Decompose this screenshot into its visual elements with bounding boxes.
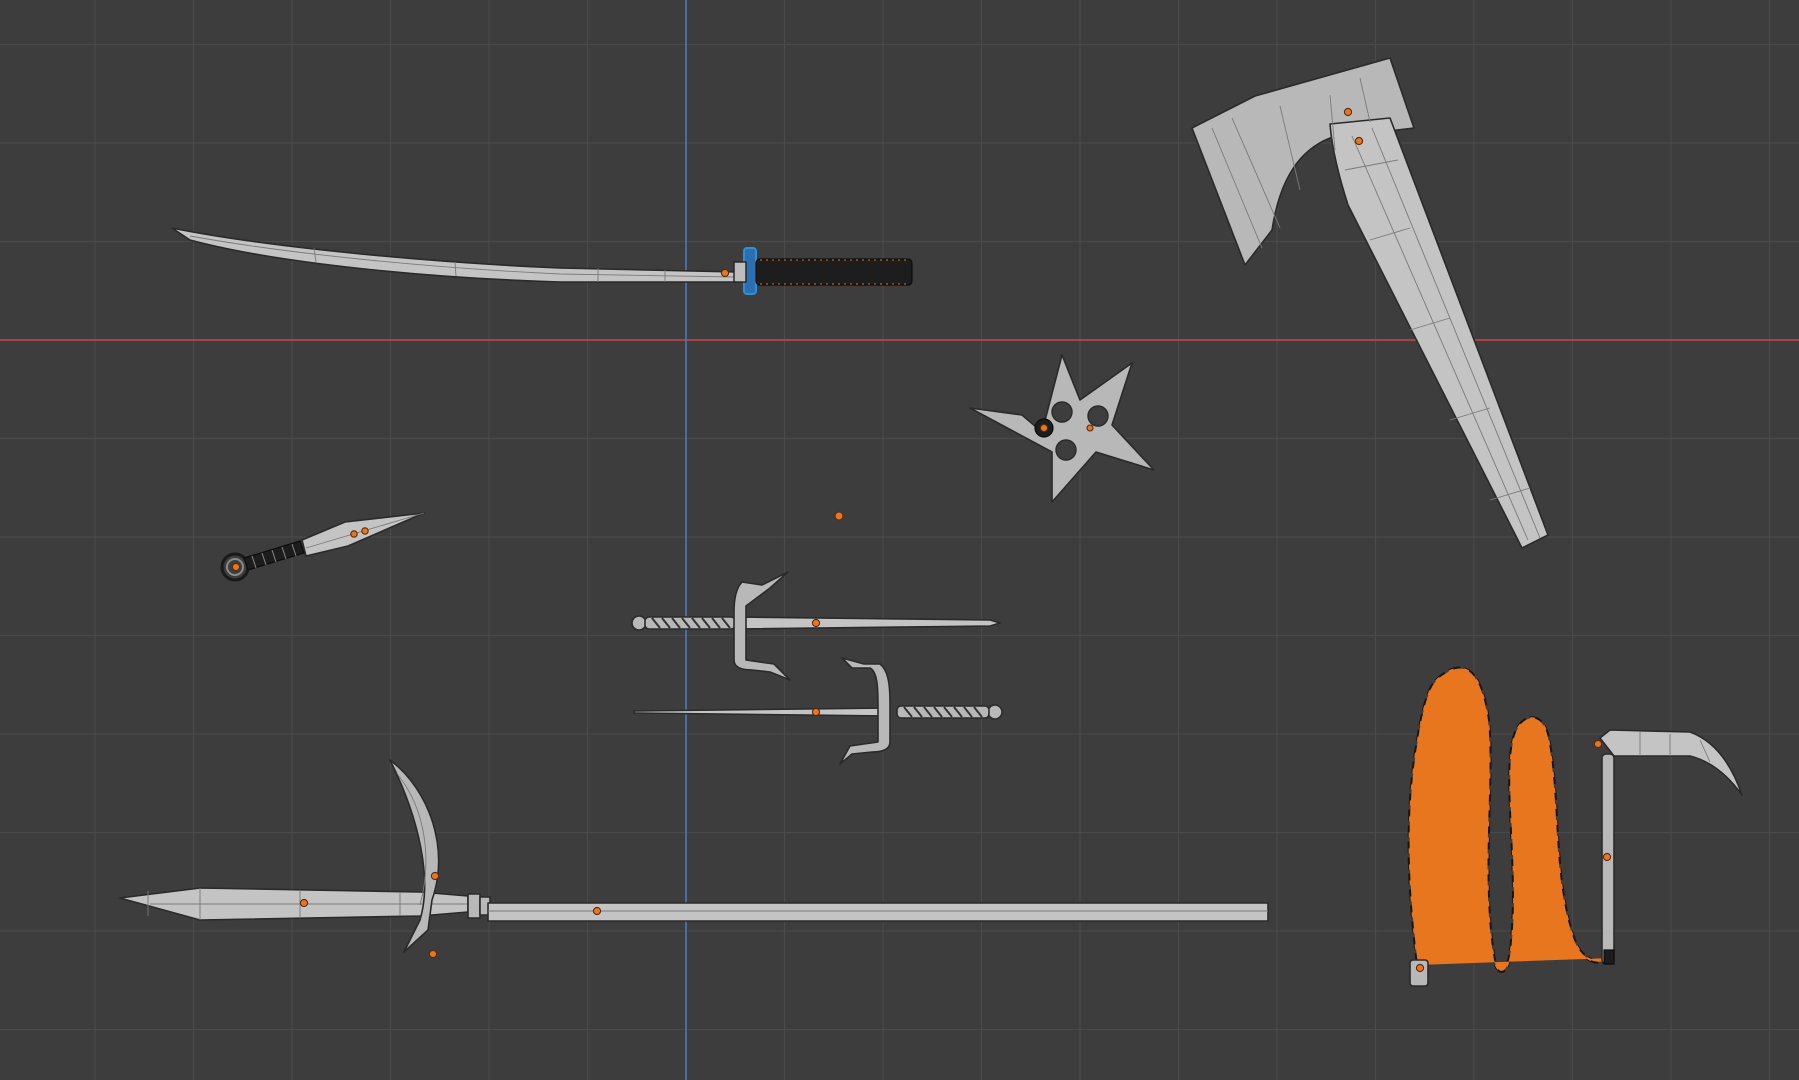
spear-origin-extra [428,949,438,959]
spear-origin-shaft [592,906,602,916]
shuriken-origin-secondary [1086,424,1094,432]
katana-handle [755,258,913,286]
kusarigama-origin-weight [1415,963,1425,973]
sai-bottom-origin [811,707,821,717]
spear-origin-hook [430,871,440,881]
axe-origin-top [1343,107,1353,117]
viewport-canvas[interactable] [0,0,1799,1080]
shuriken-object[interactable] [969,354,1155,503]
sai-bottom-object[interactable] [633,657,1003,765]
kunai-origin-blade [350,530,358,538]
kunai-origin [231,562,241,572]
axe-object[interactable] [1191,57,1549,549]
shuriken-origin [1039,423,1049,433]
axe-origin [1354,136,1364,146]
3d-viewport[interactable] [0,0,1799,1080]
katana-collar [733,261,747,283]
kusarigama-object[interactable] [1407,666,1743,987]
kusarigama-origin-handle [1602,852,1612,862]
kunai-object[interactable] [220,512,425,582]
sai-top-origin [811,618,821,628]
katana-origin [720,268,730,278]
empty-object-origin[interactable] [834,511,844,521]
kusarigama-origin-blade [1593,739,1603,749]
spear-origin-blade [299,898,309,908]
kunai-origin-blade2 [361,527,369,535]
katana-object[interactable] [171,227,913,295]
kusarigama-weight [1409,959,1429,987]
sai-top-object[interactable] [631,571,1001,681]
